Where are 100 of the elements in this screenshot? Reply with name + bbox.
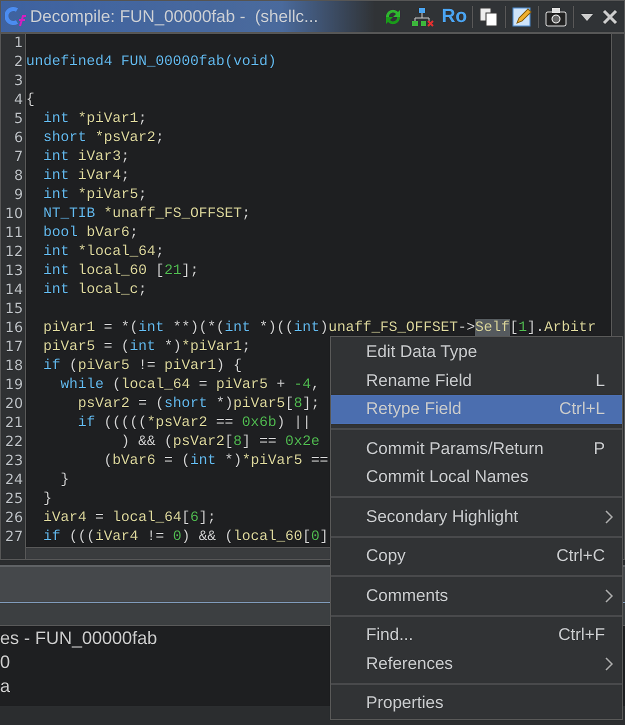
code-token: [ xyxy=(510,319,518,338)
code-token: psVar2 xyxy=(172,433,225,452)
code-token: ]; xyxy=(198,509,216,528)
code-token: iVar4 xyxy=(95,528,138,547)
code-token: , xyxy=(311,376,320,395)
code-token: while xyxy=(60,376,104,395)
line-number: 17 xyxy=(4,338,24,357)
line-number: 27 xyxy=(4,528,24,547)
code-token: unaff_FS_OFFSET xyxy=(328,319,458,338)
code-token: int xyxy=(224,319,251,338)
code-token: int xyxy=(42,167,70,186)
code-token: ) && ( xyxy=(181,528,234,547)
code-token: ) { xyxy=(216,357,242,376)
menu-item[interactable]: Commit Params/Return P xyxy=(331,434,622,463)
code-token: [ xyxy=(302,528,312,547)
code-token: **)(*( xyxy=(172,319,225,338)
code-token: ; xyxy=(138,186,147,205)
line-number: 4 xyxy=(13,91,24,110)
code-token: int xyxy=(130,338,156,357)
code-token: piVar5 xyxy=(78,357,130,376)
line-number: 13 xyxy=(4,262,24,281)
code-token: = xyxy=(94,509,105,528)
code-token: ; xyxy=(242,338,251,357)
panel-row[interactable]: es - FUN_00000fab xyxy=(0,626,158,650)
line-number: 19 xyxy=(4,376,24,395)
line-number: 25 xyxy=(4,490,24,509)
panel-row[interactable]: a xyxy=(0,674,10,698)
code-token: ] == xyxy=(242,433,278,452)
code-token: ( xyxy=(68,357,78,376)
line-number: 5 xyxy=(13,110,24,129)
shortcut-label: Ctrl+L xyxy=(559,399,605,420)
line-number: 15 xyxy=(4,300,24,319)
code-token: != xyxy=(146,528,166,547)
code-token: + xyxy=(275,376,286,395)
code-token: ( xyxy=(111,376,122,395)
line-number: 1 xyxy=(13,34,24,53)
code-token: iVar4 xyxy=(76,167,122,186)
code-token: local_60 xyxy=(233,528,302,547)
menu-item[interactable]: Properties xyxy=(331,689,622,718)
line-number: 3 xyxy=(13,72,24,91)
read-only-toggle[interactable]: Ro xyxy=(440,6,469,28)
code-token: -4 xyxy=(294,376,312,395)
code-token: 21 xyxy=(164,262,182,281)
code-token: int xyxy=(138,319,164,338)
line-number: 16 xyxy=(4,319,24,338)
line-number: 14 xyxy=(4,281,24,300)
code-token: int xyxy=(42,148,70,167)
code-token: int xyxy=(42,262,70,281)
code-token: undefined4 FUN_00000fab(void) xyxy=(26,53,276,72)
code-token: *) xyxy=(215,395,234,414)
code-token: local_64 xyxy=(112,509,182,528)
code-token: 1 xyxy=(518,319,527,338)
line-number: 20 xyxy=(4,395,24,414)
code-token: 0x2e xyxy=(285,433,320,452)
code-token: *) xyxy=(163,338,182,357)
code-token: int xyxy=(42,186,70,205)
code-token: ; xyxy=(138,281,147,300)
code-token: *)(( xyxy=(258,319,294,338)
code-token: iVar3 xyxy=(76,148,122,167)
code-token: != xyxy=(137,357,157,376)
code-token: local_c xyxy=(76,281,138,300)
code-token: bVar6 xyxy=(85,224,130,243)
code-token: ) || xyxy=(276,414,312,433)
line-number: 24 xyxy=(4,471,24,490)
menu-item[interactable]: Commit Local Names xyxy=(331,463,622,492)
code-token: } xyxy=(42,490,52,509)
code-token: *local_64 xyxy=(76,243,156,262)
code-token: 0 xyxy=(172,528,182,547)
code-token: piVar1 xyxy=(164,357,216,376)
menu-item[interactable]: References xyxy=(331,650,622,678)
code-token: short xyxy=(42,129,86,148)
code-token: = ( xyxy=(163,452,190,471)
code-token: *unaff_FS_OFFSET xyxy=(102,205,242,224)
code-token: iVar4 xyxy=(42,509,86,528)
menu-item[interactable]: Copy Ctrl+C xyxy=(331,542,622,570)
line-number: 18 xyxy=(4,357,24,376)
shortcut-label: Ctrl+F xyxy=(558,625,605,646)
shortcut-label: L xyxy=(596,370,605,391)
menu-item[interactable]: Edit Data Type xyxy=(331,338,622,366)
code-token: [ xyxy=(156,262,164,281)
code-token: 0 xyxy=(311,528,320,547)
code-token: = ( xyxy=(137,395,164,414)
line-number: 22 xyxy=(4,433,24,452)
panel-row[interactable]: 0 xyxy=(0,650,10,674)
shortcut-label: Ctrl+C xyxy=(556,546,605,566)
menu-item[interactable]: Find... Ctrl+F xyxy=(331,621,622,650)
line-number: 6 xyxy=(13,129,24,148)
code-token: bVar6 xyxy=(112,452,156,471)
menu-item[interactable]: Rename Field L xyxy=(331,366,622,395)
code-token: piVar5 xyxy=(233,395,286,414)
code-token: ]. xyxy=(526,319,544,338)
code-token: int xyxy=(42,243,70,262)
menu-item[interactable]: Secondary Highlight xyxy=(331,502,622,531)
code-token: ; xyxy=(121,167,130,186)
menu-item[interactable]: Comments xyxy=(331,582,622,610)
line-number: 12 xyxy=(4,243,24,262)
code-token: ((((( xyxy=(102,414,147,433)
code-token: *) xyxy=(224,452,242,471)
code-token: *psVar2 xyxy=(94,129,156,148)
code-token: [ xyxy=(285,395,294,414)
